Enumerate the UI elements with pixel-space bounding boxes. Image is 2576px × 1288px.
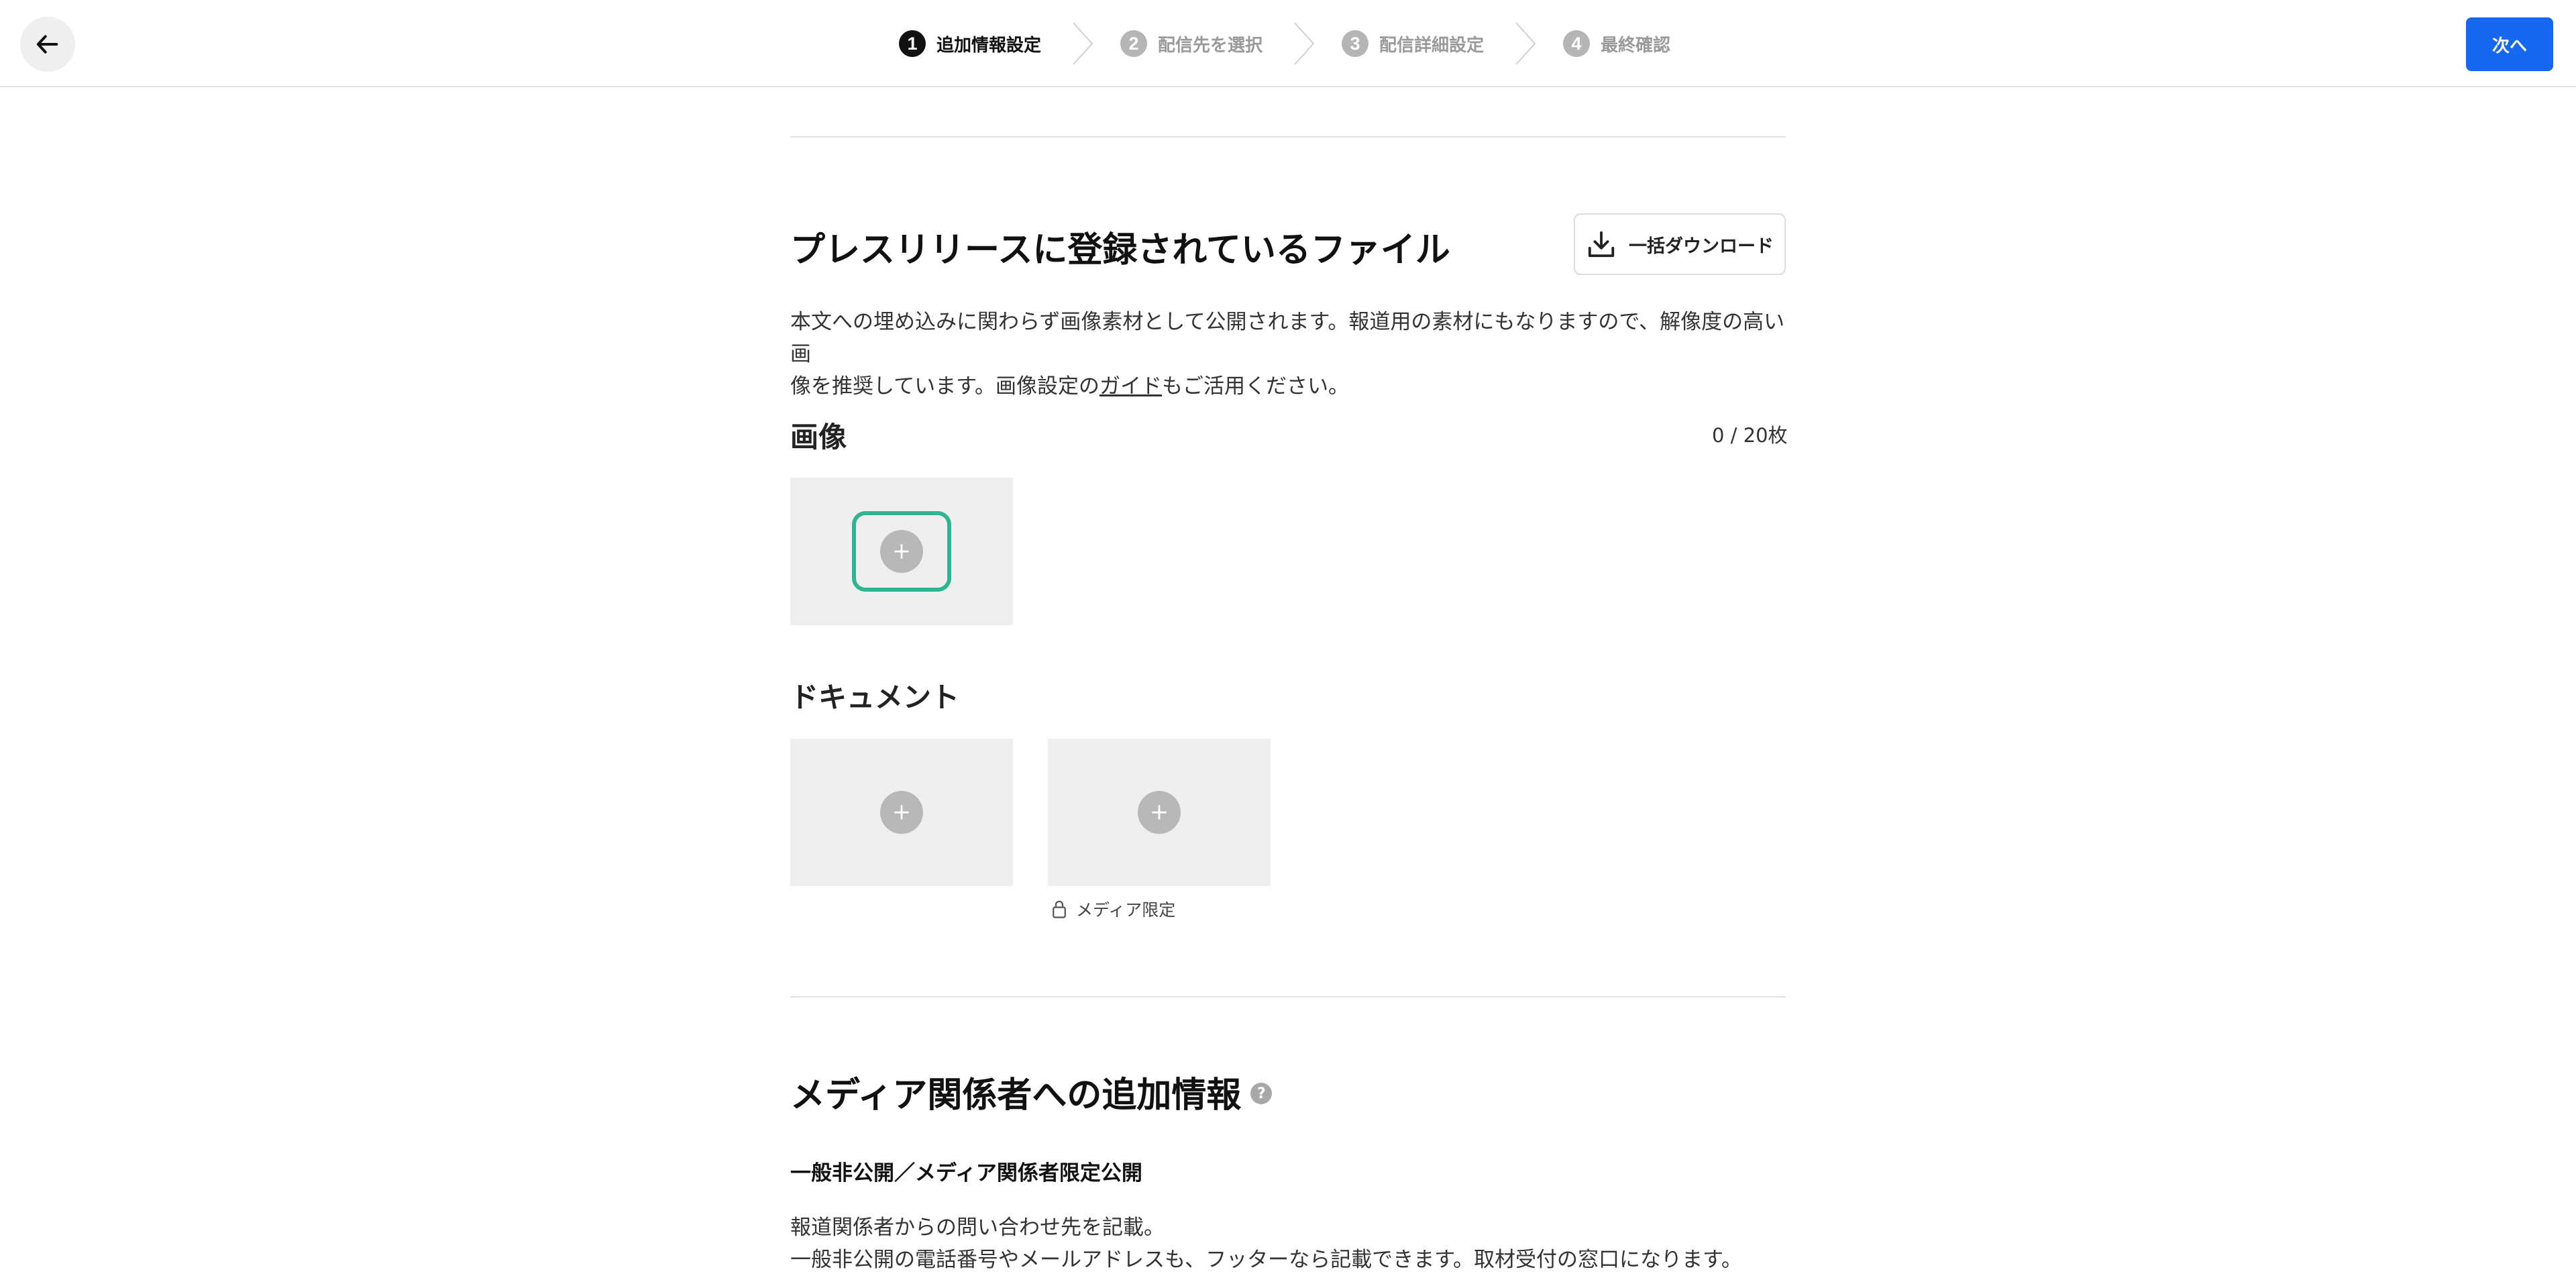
chevron-right-icon <box>1294 22 1315 65</box>
media-info-title: メディア関係者への追加情報? <box>790 1067 1273 1117</box>
files-section-title: プレスリリースに登録されているファイル <box>790 230 1450 270</box>
step-label: 配信先を選択 <box>1158 35 1263 56</box>
images-heading: 画像 <box>790 421 847 453</box>
section-divider <box>790 996 1786 998</box>
media-document-upload-tile[interactable] <box>1048 739 1271 886</box>
image-count: 0 / 20枚 <box>1712 424 1788 447</box>
chevron-right-icon <box>1073 22 1093 65</box>
focus-ring <box>852 511 951 592</box>
media-info-subheading: 一般非公開／メディア関係者限定公開 <box>790 1161 1142 1185</box>
description-line: 報道関係者からの問い合わせ先を記載。 <box>790 1216 1165 1240</box>
media-info-description: 報道関係者からの問い合わせ先を記載。 一般非公開の電話番号やメールアドレスも、フ… <box>790 1212 1786 1276</box>
step-2: 2 配信先を選択 <box>1120 20 1263 67</box>
step-number: 2 <box>1120 30 1148 57</box>
step-4: 4 最終確認 <box>1563 20 1670 67</box>
download-icon <box>1588 231 1615 258</box>
document-upload-tile[interactable] <box>790 739 1013 886</box>
help-icon[interactable]: ? <box>1250 1083 1273 1104</box>
step-3: 3 配信詳細設定 <box>1342 20 1484 67</box>
step-label: 最終確認 <box>1601 35 1671 56</box>
guide-link[interactable]: ガイド <box>1099 374 1162 398</box>
step-number: 3 <box>1342 30 1369 57</box>
step-number: 4 <box>1563 30 1591 57</box>
add-document-button[interactable] <box>880 791 923 834</box>
add-image-button[interactable] <box>880 530 923 573</box>
download-all-button[interactable]: 一括ダウンロード <box>1574 213 1786 275</box>
description-line: 一般非公開の電話番号やメールアドレスも、フッターなら記載できます。取材受付の窓口… <box>790 1248 1742 1272</box>
image-upload-tile[interactable] <box>790 478 1013 625</box>
description-text: もご活用ください。 <box>1161 374 1349 398</box>
media-info-title-text: メディア関係者への追加情報 <box>790 1075 1242 1116</box>
section-divider <box>790 136 1786 138</box>
plus-icon <box>1152 805 1167 820</box>
add-media-document-button[interactable] <box>1138 791 1181 834</box>
files-description: 本文への埋め込みに関わらず画像素材として公開されます。報道用の素材にもなりますの… <box>790 306 1786 402</box>
top-bar: 1 追加情報設定 2 配信先を選択 3 配信詳細設定 4 最終確認 次へ <box>0 0 2576 87</box>
step-1: 1 追加情報設定 <box>899 20 1041 67</box>
lock-icon <box>1053 900 1066 918</box>
plus-icon <box>894 544 909 559</box>
step-number: 1 <box>899 30 926 57</box>
description-text: 像を推奨しています。画像設定の <box>790 374 1099 398</box>
arrow-left-icon <box>36 35 58 54</box>
step-label: 配信詳細設定 <box>1379 35 1485 56</box>
chevron-right-icon <box>1515 22 1536 65</box>
step-label: 追加情報設定 <box>936 35 1042 56</box>
download-all-label: 一括ダウンロード <box>1629 235 1774 257</box>
back-button[interactable] <box>20 17 75 72</box>
description-line: 像を推奨しています。画像設定のガイドもご活用ください。 <box>790 370 1786 402</box>
progress-stepper: 1 追加情報設定 2 配信先を選択 3 配信詳細設定 4 最終確認 <box>899 20 1670 67</box>
description-line: 本文への埋め込みに関わらず画像素材として公開されます。報道用の素材にもなりますの… <box>790 310 1785 366</box>
documents-heading: ドキュメント <box>790 681 960 714</box>
plus-icon <box>894 805 909 820</box>
media-only-note: メディア限定 <box>1051 897 1175 921</box>
next-button[interactable]: 次へ <box>2466 17 2553 71</box>
media-only-label: メディア限定 <box>1076 900 1176 920</box>
